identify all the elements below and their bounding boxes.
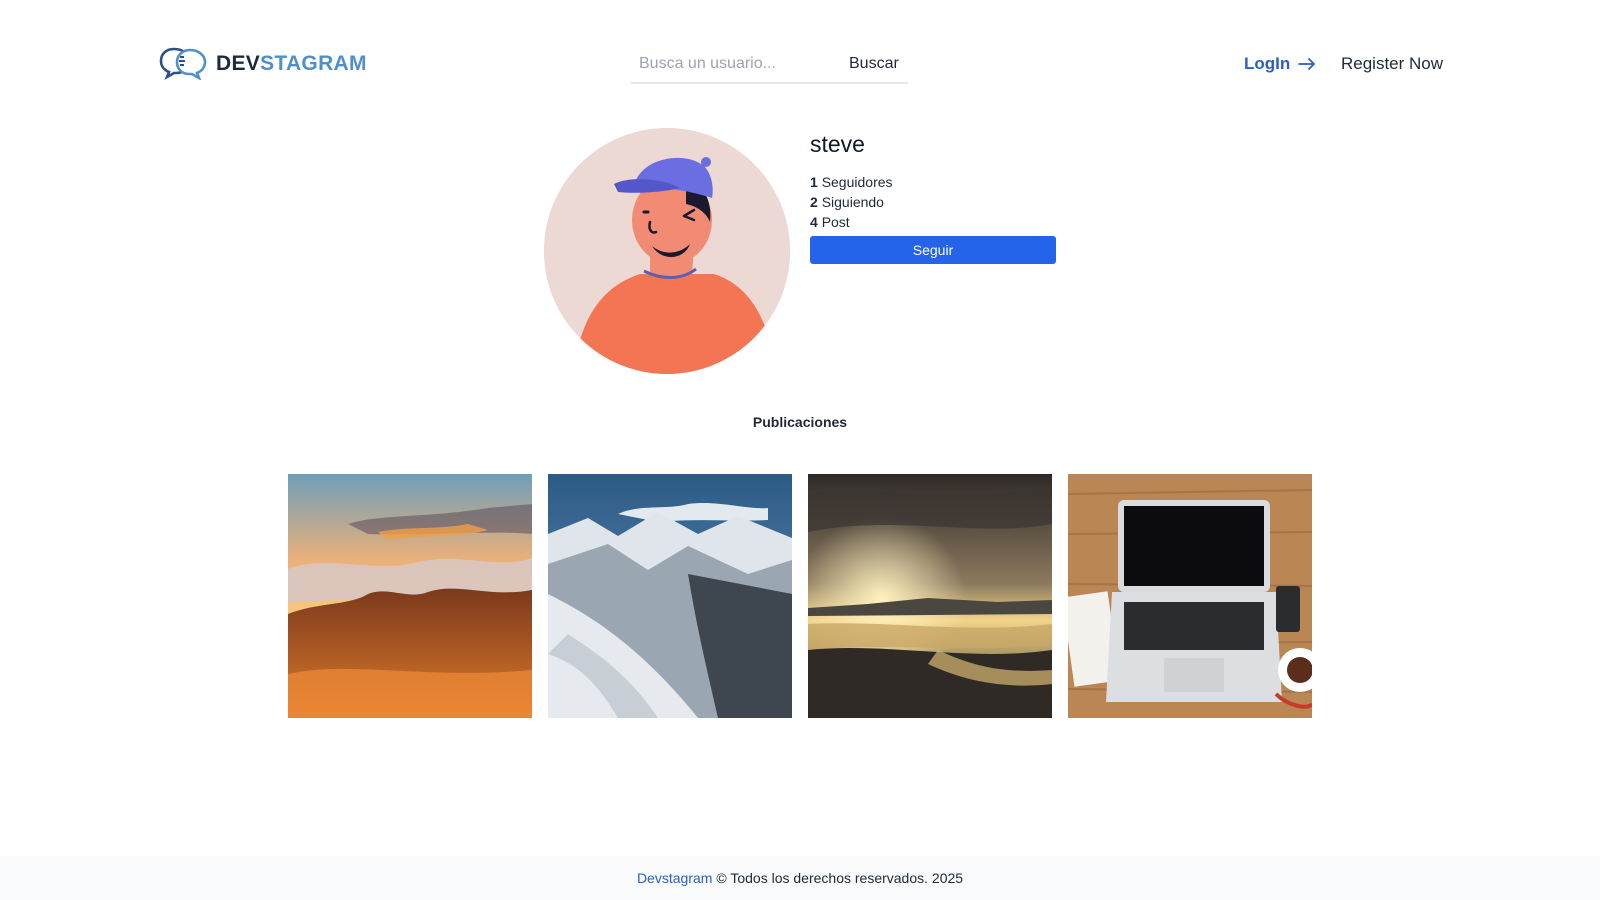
username: steve: [810, 131, 865, 157]
stat-label: Siguiendo: [821, 194, 884, 210]
search-form: Buscar: [631, 46, 908, 84]
stat-count: 2: [810, 194, 818, 210]
stat-label: Post: [821, 214, 850, 230]
post-thumbnail[interactable]: [548, 474, 792, 718]
post-thumbnail[interactable]: [288, 474, 532, 718]
footer-copyright: © Todos los derechos reservados. 2025: [716, 870, 964, 886]
snowy-mountains-image: [548, 474, 792, 718]
beach-sunset-image: [808, 474, 1052, 718]
stat-count: 4: [810, 214, 818, 230]
search-button[interactable]: Buscar: [849, 55, 899, 73]
posts-grid: [288, 474, 1312, 718]
profile-info: steve 1 Seguidores 2 Siguiendo 4 Post Se…: [810, 128, 1060, 264]
site-header: DEVSTAGRAM Buscar LogIn Register Now: [0, 0, 1600, 126]
cartoon-avatar-icon: [544, 128, 790, 374]
posts-heading: Publicaciones: [752, 414, 848, 430]
avatar: [544, 128, 790, 374]
logo-text: DEVSTAGRAM: [216, 53, 367, 74]
login-label: LogIn: [1244, 54, 1291, 73]
post-thumbnail[interactable]: [808, 474, 1052, 718]
logo-text-dev: DEV: [216, 51, 261, 75]
sunset-mountains-image: [288, 474, 532, 718]
login-link[interactable]: LogIn: [1244, 52, 1316, 76]
search-input[interactable]: [631, 49, 841, 79]
post-thumbnail[interactable]: [1068, 474, 1312, 718]
stat-following: 2 Siguiendo: [810, 192, 1060, 212]
stat-count: 1: [810, 174, 818, 190]
logo-link[interactable]: DEVSTAGRAM: [159, 46, 367, 80]
chat-bubbles-logo-icon: [159, 46, 207, 80]
arrow-right-icon: [1298, 57, 1316, 71]
footer-brand-link[interactable]: Devstagram: [637, 870, 712, 886]
laptop-desk-image: [1068, 474, 1312, 718]
logo-text-stagram: STAGRAM: [260, 51, 367, 75]
profile-stats: 1 Seguidores 2 Siguiendo 4 Post: [810, 172, 1060, 232]
register-link[interactable]: Register Now: [1341, 52, 1443, 76]
stat-posts: 4 Post: [810, 212, 1060, 232]
follow-button[interactable]: Seguir: [810, 236, 1056, 264]
stat-label: Seguidores: [821, 174, 893, 190]
site-footer: Devstagram © Todos los derechos reservad…: [0, 856, 1600, 900]
stat-followers: 1 Seguidores: [810, 172, 1060, 192]
